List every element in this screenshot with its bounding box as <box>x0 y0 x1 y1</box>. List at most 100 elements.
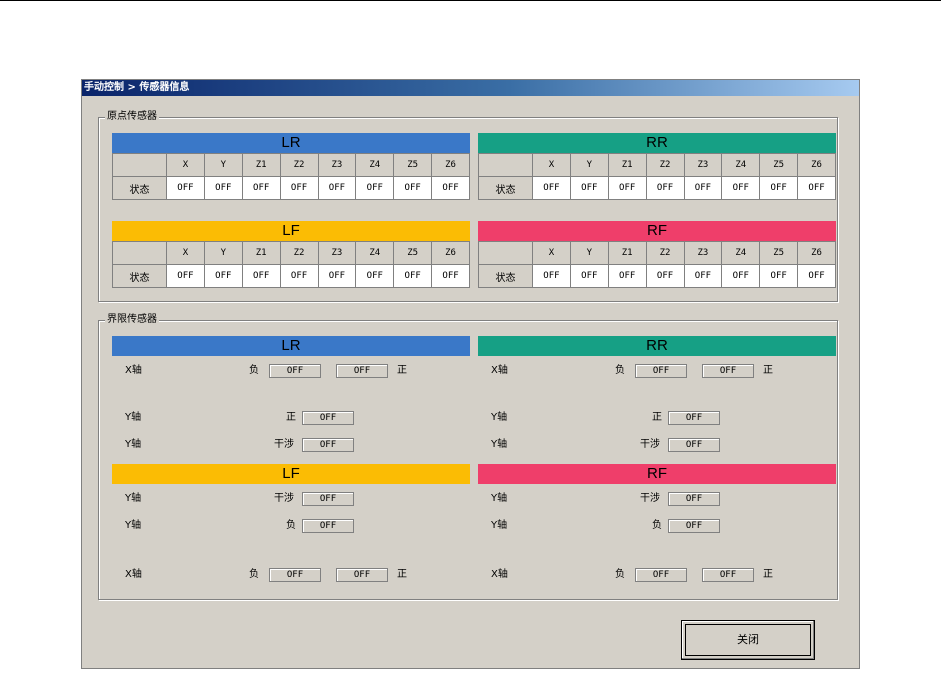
lr-y2-axis-label: Y轴 <box>125 439 142 450</box>
table-row: 状态 OFF OFF OFF OFF OFF OFF OFF OFF <box>478 176 836 200</box>
lr-x-axis-label: X轴 <box>125 365 142 376</box>
column-header: Y <box>203 241 243 265</box>
rr-y1-axis-label: Y轴 <box>491 412 508 423</box>
lf-x-axis-label: X轴 <box>125 569 142 580</box>
sensor-value: OFF <box>355 264 395 288</box>
sensor-value: OFF <box>532 264 571 288</box>
sensor-value: OFF <box>721 264 761 288</box>
sensor-value: OFF <box>166 264 205 288</box>
column-header: Z6 <box>431 241 470 265</box>
limit-rr-band: RR <box>478 336 836 356</box>
column-header: Z6 <box>797 241 836 265</box>
sensor-value: OFF <box>797 264 836 288</box>
rr-y1-pos-label: 正 <box>652 412 662 423</box>
state-row-label: 状态 <box>112 264 167 288</box>
column-header: X <box>166 241 205 265</box>
lf-x-neg-label: 负 <box>249 569 259 580</box>
state-row-label: 状态 <box>478 264 533 288</box>
column-header: X <box>532 153 571 177</box>
rf-x-axis-label: X轴 <box>491 569 508 580</box>
column-header: Z3 <box>317 153 357 177</box>
lf-y1-indicator: OFF <box>302 492 354 506</box>
lf-x-pos-label: 正 <box>397 569 407 580</box>
rf-y2-axis-label: Y轴 <box>491 520 508 531</box>
sensor-info-window: 手动控制 > 传感器信息 原点传感器 LR X Y Z1 Z2 Z3 Z4 Z5… <box>81 79 860 669</box>
rr-y1-indicator: OFF <box>668 411 720 425</box>
sensor-value: OFF <box>569 264 609 288</box>
origin-lr-table: X Y Z1 Z2 Z3 Z4 Z5 Z6 状态 OFF OFF OFF OFF… <box>112 153 470 200</box>
sensor-value: OFF <box>721 176 761 200</box>
column-header: Z5 <box>759 153 799 177</box>
window-title-bar: 手动控制 > 传感器信息 <box>82 80 859 96</box>
table-row: X Y Z1 Z2 Z3 Z4 Z5 Z6 <box>112 241 470 265</box>
origin-lf-table: X Y Z1 Z2 Z3 Z4 Z5 Z6 状态 OFF OFF OFF OFF… <box>112 241 470 288</box>
sensor-value: OFF <box>279 176 319 200</box>
column-header: Z1 <box>241 153 281 177</box>
column-header: Z4 <box>721 153 761 177</box>
sensor-value: OFF <box>645 176 685 200</box>
column-header: Z3 <box>683 241 723 265</box>
lr-y1-pos-label: 正 <box>286 412 296 423</box>
sensor-value: OFF <box>759 264 799 288</box>
origin-sensor-group: 原点传感器 LR X Y Z1 Z2 Z3 Z4 Z5 Z6 状态 OFF OF… <box>98 111 838 302</box>
sensor-value: OFF <box>569 176 609 200</box>
lr-x-pos-label: 正 <box>397 365 407 376</box>
column-header: Y <box>569 241 609 265</box>
table-row: X Y Z1 Z2 Z3 Z4 Z5 Z6 <box>478 153 836 177</box>
table-row: X Y Z1 Z2 Z3 Z4 Z5 Z6 <box>478 241 836 265</box>
table-row: X Y Z1 Z2 Z3 Z4 Z5 Z6 <box>112 153 470 177</box>
table-corner-cell <box>478 153 533 177</box>
origin-rr-band: RR <box>478 133 836 153</box>
column-header: Z1 <box>607 241 647 265</box>
close-button[interactable]: 关闭 <box>681 620 815 660</box>
origin-lf-band: LF <box>112 221 470 241</box>
sensor-value: OFF <box>683 176 723 200</box>
sensor-value: OFF <box>607 176 647 200</box>
rr-x-axis-label: X轴 <box>491 365 508 376</box>
rf-y2-neg-label: 负 <box>652 520 662 531</box>
limit-lr-band: LR <box>112 336 470 356</box>
limit-sensor-legend: 界限传感器 <box>105 314 159 326</box>
column-header: Z3 <box>683 153 723 177</box>
rf-y1-indicator: OFF <box>668 492 720 506</box>
rf-y1-interf-label: 干涉 <box>640 493 660 504</box>
table-corner-cell <box>112 153 167 177</box>
sensor-value: OFF <box>683 264 723 288</box>
rf-x-neg-label: 负 <box>615 569 625 580</box>
origin-rf-band: RF <box>478 221 836 241</box>
table-corner-cell <box>478 241 533 265</box>
lf-x-neg-indicator: OFF <box>269 568 321 582</box>
column-header: Y <box>569 153 609 177</box>
column-header: Z5 <box>393 153 433 177</box>
sensor-value: OFF <box>355 176 395 200</box>
lf-y2-indicator: OFF <box>302 519 354 533</box>
sensor-value: OFF <box>431 176 470 200</box>
lr-y2-interf-label: 干涉 <box>274 439 294 450</box>
column-header: Z2 <box>645 241 685 265</box>
rr-x-neg-indicator: OFF <box>635 364 687 378</box>
sensor-value: OFF <box>607 264 647 288</box>
rr-y2-axis-label: Y轴 <box>491 439 508 450</box>
lr-x-neg-indicator: OFF <box>269 364 321 378</box>
origin-rf-table: X Y Z1 Z2 Z3 Z4 Z5 Z6 状态 OFF OFF OFF OFF… <box>478 241 836 288</box>
column-header: X <box>166 153 205 177</box>
sensor-value: OFF <box>241 176 281 200</box>
rr-x-pos-indicator: OFF <box>702 364 754 378</box>
sensor-value: OFF <box>241 264 281 288</box>
column-header: Z5 <box>759 241 799 265</box>
lr-x-neg-label: 负 <box>249 365 259 376</box>
column-header: Z1 <box>607 153 647 177</box>
rf-y1-axis-label: Y轴 <box>491 493 508 504</box>
lr-x-pos-indicator: OFF <box>336 364 388 378</box>
sensor-value: OFF <box>203 264 243 288</box>
sensor-value: OFF <box>317 176 357 200</box>
lr-y2-indicator: OFF <box>302 438 354 452</box>
lr-y1-indicator: OFF <box>302 411 354 425</box>
lr-y1-axis-label: Y轴 <box>125 412 142 423</box>
origin-lr-band: LR <box>112 133 470 153</box>
lf-y1-interf-label: 干涉 <box>274 493 294 504</box>
rr-y2-interf-label: 干涉 <box>640 439 660 450</box>
sensor-value: OFF <box>393 264 433 288</box>
rr-x-pos-label: 正 <box>763 365 773 376</box>
sensor-value: OFF <box>532 176 571 200</box>
